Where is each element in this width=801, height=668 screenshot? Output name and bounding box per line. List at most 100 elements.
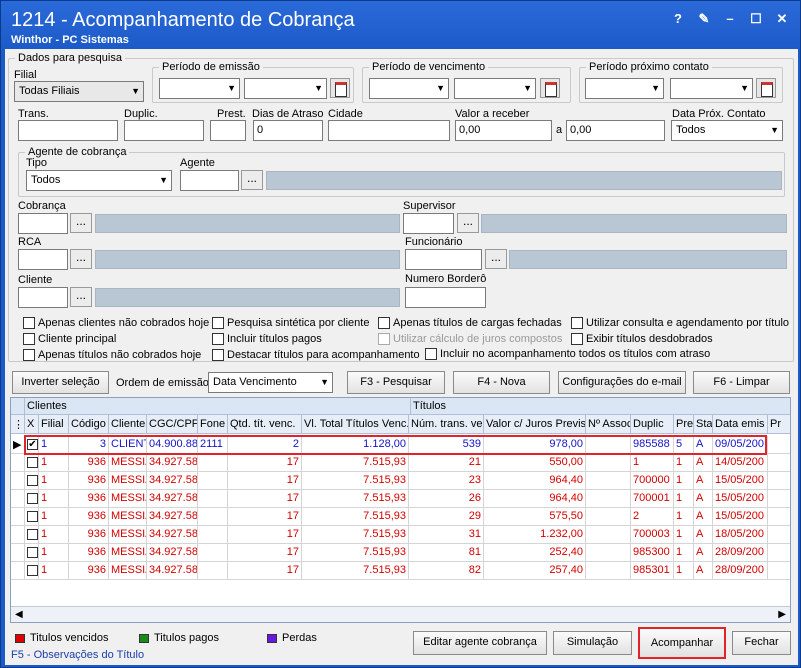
checkbox[interactable] <box>378 317 390 329</box>
checkbox[interactable] <box>212 349 224 361</box>
editar-agente-button[interactable]: Editar agente cobrança <box>413 631 547 655</box>
acompanhar-button[interactable]: Acompanhar <box>638 627 726 659</box>
column-header[interactable]: X <box>25 415 39 434</box>
check-cargas-fechadas[interactable]: Apenas títulos de cargas fechadas <box>378 317 562 329</box>
nova-button[interactable]: F4 - Nova <box>453 371 550 394</box>
close-button[interactable]: ✕ <box>772 10 792 28</box>
maximize-button[interactable]: ☐ <box>746 10 766 28</box>
checkbox[interactable] <box>23 349 35 361</box>
row-checkbox[interactable] <box>25 544 39 562</box>
check-nao-cobrados-clientes[interactable]: Apenas clientes não cobrados hoje <box>23 317 209 329</box>
row-checkbox[interactable] <box>25 526 39 544</box>
grid-corner-icon[interactable]: ⋮ <box>11 415 25 434</box>
config-email-button[interactable]: Configurações do e-mail <box>558 371 686 394</box>
check-incluir-todos-atraso[interactable]: Incluir no acompanhamento todos os títul… <box>425 348 710 360</box>
calendar-icon[interactable] <box>540 78 560 98</box>
checkbox[interactable] <box>571 317 583 329</box>
cliente-input[interactable] <box>18 287 68 308</box>
row-checkbox[interactable] <box>25 562 39 580</box>
pesquisar-button[interactable]: F3 - Pesquisar <box>347 371 445 394</box>
simulacao-button[interactable]: Simulação <box>553 631 632 655</box>
check-pesquisa-sintetica[interactable]: Pesquisa sintética por cliente <box>212 317 369 329</box>
table-row[interactable]: 1936MESSIA34.927.58177.515,9329575,5021A… <box>11 508 790 526</box>
emissao-from[interactable]: ▼ <box>159 78 240 99</box>
calendar-icon[interactable] <box>756 78 776 98</box>
column-header[interactable]: Duplic <box>631 415 674 434</box>
checkbox[interactable] <box>571 333 583 345</box>
valor-from-input[interactable]: 0,00 <box>455 120 552 141</box>
limpar-button[interactable]: F6 - Limpar <box>693 371 790 394</box>
cidade-input[interactable] <box>328 120 450 141</box>
filial-select[interactable]: Todas Filiais ▼ <box>14 81 144 102</box>
table-row[interactable]: 1936MESSIA34.927.58177.515,9323964,40700… <box>11 472 790 490</box>
fechar-button[interactable]: Fechar <box>732 631 791 655</box>
column-header[interactable]: Qtd. tít. venc. <box>228 415 302 434</box>
column-header[interactable]: Data emis <box>713 415 768 434</box>
rca-lookup-button[interactable]: ... <box>70 249 92 269</box>
table-row[interactable]: 1936MESSIA34.927.58177.515,9321550,0011A… <box>11 454 790 472</box>
calendar-icon[interactable] <box>330 78 350 98</box>
vencimento-from[interactable]: ▼ <box>369 78 449 99</box>
contato-to[interactable]: ▼ <box>670 78 753 99</box>
row-checkbox[interactable] <box>25 472 39 490</box>
scroll-left-icon[interactable]: ◀ <box>15 609 23 620</box>
data-prox-select[interactable]: Todos ▼ <box>671 120 783 141</box>
scroll-right-icon[interactable]: ▶ <box>778 609 786 620</box>
table-row[interactable]: 1936MESSIA34.927.58177.515,9382257,40985… <box>11 562 790 580</box>
check-destacar-titulos[interactable]: Destacar títulos para acompanhamento <box>212 349 420 361</box>
column-header[interactable]: Fone <box>198 415 228 434</box>
checkbox[interactable] <box>425 348 437 360</box>
rca-input[interactable] <box>18 249 68 270</box>
tipo-select[interactable]: Todos ▼ <box>26 170 172 191</box>
column-header[interactable]: Código <box>69 415 109 434</box>
table-row[interactable]: 1936MESSIA34.927.58177.515,93311.232,007… <box>11 526 790 544</box>
ordem-select[interactable]: Data Vencimento ▼ <box>208 372 333 393</box>
cobranca-input[interactable] <box>18 213 68 234</box>
emissao-to[interactable]: ▼ <box>244 78 327 99</box>
check-cliente-principal[interactable]: Cliente principal <box>23 333 116 345</box>
contato-from[interactable]: ▼ <box>585 78 664 99</box>
help-button[interactable]: ? <box>668 10 688 28</box>
column-header[interactable]: Cliente <box>109 415 147 434</box>
supervisor-input[interactable] <box>403 213 454 234</box>
check-desdobrados[interactable]: Exibir títulos desdobrados <box>571 333 713 345</box>
cliente-lookup-button[interactable]: ... <box>70 287 92 307</box>
trans-input[interactable] <box>18 120 118 141</box>
supervisor-lookup-button[interactable]: ... <box>457 213 479 233</box>
column-header[interactable]: Núm. trans. ve <box>409 415 484 434</box>
column-header[interactable]: Vl. Total Títulos Venc. <box>302 415 409 434</box>
checkbox[interactable] <box>23 317 35 329</box>
cobranca-lookup-button[interactable]: ... <box>70 213 92 233</box>
column-header[interactable]: Valor c/ Juros Previs <box>484 415 586 434</box>
row-checkbox[interactable] <box>25 454 39 472</box>
duplic-input[interactable] <box>124 120 204 141</box>
funcionario-input[interactable] <box>405 249 482 270</box>
checkbox[interactable] <box>212 333 224 345</box>
column-header[interactable]: CGC/CPF <box>147 415 198 434</box>
prest-input[interactable] <box>210 120 246 141</box>
horizontal-scrollbar[interactable]: ◀ ▶ <box>11 606 790 622</box>
edit-icon[interactable]: ✎ <box>694 10 714 28</box>
column-header[interactable]: Pre <box>674 415 694 434</box>
dias-input[interactable]: 0 <box>253 120 323 141</box>
column-header[interactable]: Pr <box>768 415 790 434</box>
check-titulos-nao-cobrados[interactable]: Apenas títulos não cobrados hoje <box>23 349 201 361</box>
vencimento-to[interactable]: ▼ <box>454 78 536 99</box>
minimize-button[interactable]: – <box>720 10 740 28</box>
column-header[interactable]: Nº Assoc <box>586 415 631 434</box>
row-checkbox[interactable] <box>25 490 39 508</box>
agente-lookup-button[interactable]: ... <box>241 170 263 190</box>
table-row[interactable]: 1936MESSIA34.927.58177.515,9326964,40700… <box>11 490 790 508</box>
titulos-grid[interactable]: Clientes Títulos ⋮ X Filial Código Cliente CG… <box>10 397 791 623</box>
column-header[interactable]: Filial <box>39 415 69 434</box>
check-consulta-por-titulo[interactable]: Utilizar consulta e agendamento por títu… <box>571 317 789 329</box>
bordero-input[interactable] <box>405 287 486 308</box>
row-checkbox[interactable] <box>25 508 39 526</box>
checkbox[interactable] <box>212 317 224 329</box>
check-incluir-pagos[interactable]: Incluir títulos pagos <box>212 333 322 345</box>
inverter-selecao-button[interactable]: Inverter seleção <box>12 371 109 394</box>
funcionario-lookup-button[interactable]: ... <box>485 249 507 269</box>
valor-to-input[interactable]: 0,00 <box>566 120 665 141</box>
checkbox[interactable] <box>23 333 35 345</box>
table-row[interactable]: 1936MESSIA34.927.58177.515,9381252,40985… <box>11 544 790 562</box>
